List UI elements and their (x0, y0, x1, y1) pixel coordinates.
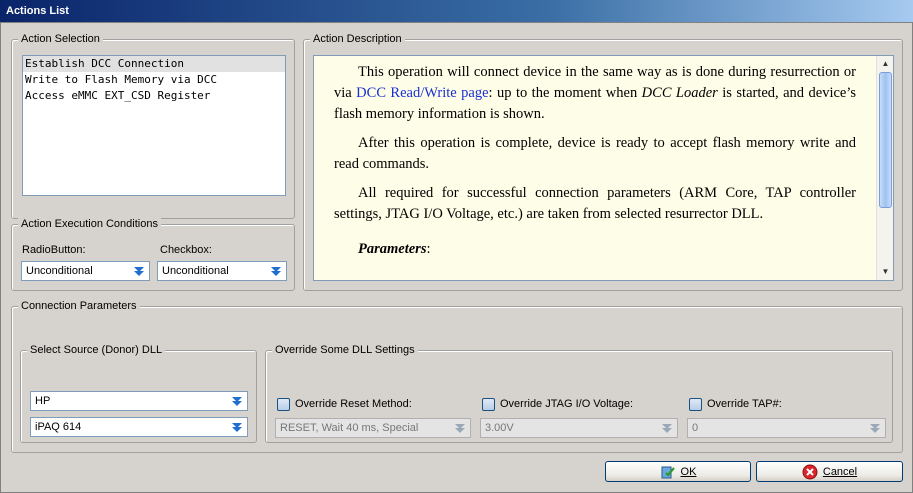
action-list[interactable]: Establish DCC Connection Write to Flash … (22, 55, 286, 196)
tap-number-select[interactable]: 0 (687, 418, 886, 438)
reset-method-select[interactable]: RESET, Wait 40 ms, Special (275, 418, 471, 438)
action-description-group: Action Description This operation will c… (303, 33, 903, 291)
checkbox-condition-select[interactable]: Unconditional (157, 261, 287, 281)
manufacturer-value: HP (35, 395, 51, 407)
dropdown-arrow-icon (455, 424, 465, 433)
ok-icon (661, 466, 675, 478)
cancel-label: Cancel (822, 465, 858, 478)
list-item[interactable]: Write to Flash Memory via DCC (23, 72, 285, 88)
cancel-button[interactable]: Cancel (756, 461, 903, 482)
description-panel[interactable]: This operation will connect device in th… (313, 55, 894, 281)
dropdown-arrow-icon (662, 424, 672, 433)
action-description-label: Action Description (310, 33, 405, 46)
action-selection-group: Action Selection Establish DCC Connectio… (11, 33, 295, 219)
dropdown-arrow-icon (134, 267, 144, 276)
override-tap-label: Override TAP#: (707, 398, 782, 410)
dropdown-arrow-icon (870, 424, 880, 433)
source-dll-label: Select Source (Donor) DLL (27, 344, 166, 357)
override-tap-checkbox[interactable] (689, 398, 702, 411)
radio-condition-value: Unconditional (26, 265, 93, 277)
radio-condition-select[interactable]: Unconditional (21, 261, 150, 281)
model-select[interactable]: iPAQ 614 (30, 417, 248, 437)
manufacturer-select[interactable]: HP (30, 391, 248, 411)
description-paragraph: All required for successful connection p… (334, 185, 856, 222)
tap-number-value: 0 (692, 422, 699, 434)
execution-conditions-group: Action Execution Conditions RadioButton:… (11, 218, 295, 291)
ok-button[interactable]: OK (605, 461, 751, 482)
radio-condition-label: RadioButton: (22, 244, 86, 256)
description-paragraph: After this operation is complete, device… (334, 135, 856, 172)
ok-label: OK (680, 465, 697, 478)
scroll-up-icon[interactable]: ▲ (878, 57, 893, 71)
override-reset-label: Override Reset Method: (295, 398, 412, 410)
jtag-voltage-select[interactable]: 3.00V (480, 418, 678, 438)
connection-parameters-group: Connection Parameters Select Source (Don… (11, 300, 903, 453)
dropdown-arrow-icon (232, 423, 242, 432)
window-title-bar: Actions List (0, 0, 913, 22)
cancel-icon (802, 464, 818, 479)
dropdown-arrow-icon (271, 267, 281, 276)
checkbox-condition-label: Checkbox: (160, 244, 212, 256)
dropdown-arrow-icon (232, 397, 242, 406)
dcc-read-write-link[interactable]: DCC Read/Write page (356, 85, 488, 101)
description-text: This operation will connect device in th… (334, 62, 856, 268)
scroll-down-icon[interactable]: ▼ (878, 265, 893, 279)
override-jtag-checkbox[interactable] (482, 398, 495, 411)
checkbox-condition-value: Unconditional (162, 265, 229, 277)
description-scrollbar[interactable]: ▲ ▼ (876, 56, 893, 280)
list-item[interactable]: Access eMMC EXT_CSD Register (23, 88, 285, 104)
connection-parameters-label: Connection Parameters (18, 300, 140, 313)
override-jtag-label: Override JTAG I/O Voltage: (500, 398, 634, 410)
override-label: Override Some DLL Settings (272, 344, 418, 357)
description-paragraph: This operation will connect device in th… (334, 64, 857, 122)
jtag-voltage-value: 3.00V (485, 422, 514, 434)
override-reset-checkbox[interactable] (277, 398, 290, 411)
action-selection-label: Action Selection (18, 33, 103, 46)
source-dll-group: Select Source (Donor) DLL HP iPAQ 614 (20, 344, 257, 443)
scroll-thumb[interactable] (879, 72, 892, 208)
window-title: Actions List (6, 5, 69, 17)
actions-list-window: Action Selection Establish DCC Connectio… (0, 22, 913, 493)
list-item[interactable]: Establish DCC Connection (23, 56, 285, 72)
execution-conditions-label: Action Execution Conditions (18, 218, 161, 231)
override-group: Override Some DLL Settings Override Rese… (265, 344, 893, 443)
model-value: iPAQ 614 (35, 421, 82, 433)
parameters-heading: Parameters: (358, 241, 431, 257)
reset-method-value: RESET, Wait 40 ms, Special (280, 422, 419, 434)
